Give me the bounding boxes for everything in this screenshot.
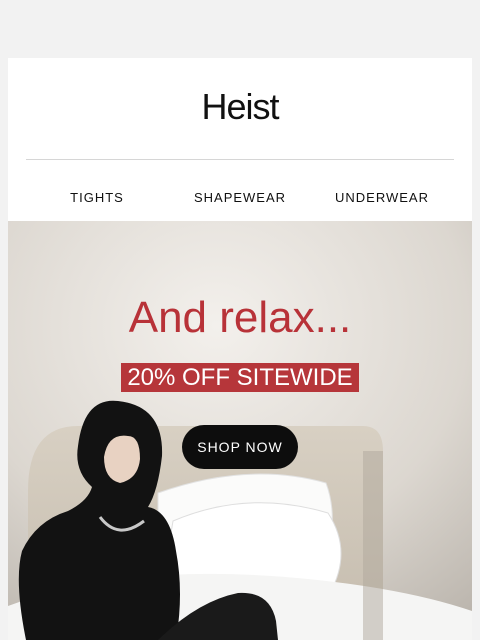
heist-logo: Heist	[201, 86, 280, 126]
hero-banner[interactable]: And relax... 20% OFF SITEWIDE SHOP NOW	[8, 221, 472, 640]
offer-wrapper: 20% OFF SITEWIDE	[8, 363, 472, 392]
logo-text: Heist	[201, 86, 279, 126]
brand-logo[interactable]: Heist	[8, 86, 472, 126]
hero-headline: And relax...	[128, 293, 352, 342]
shop-now-button[interactable]: SHOP NOW	[182, 425, 298, 469]
nav-item-tights[interactable]: TIGHTS	[70, 190, 124, 205]
nav-item-underwear[interactable]: UNDERWEAR	[335, 190, 429, 205]
headboard-shadow	[363, 451, 383, 640]
nav-item-shapewear[interactable]: SHAPEWEAR	[194, 190, 286, 205]
offer-banner: 20% OFF SITEWIDE	[121, 363, 359, 392]
header-divider	[26, 159, 454, 160]
category-nav: TIGHTS SHAPEWEAR UNDERWEAR	[8, 190, 472, 206]
email-container: Heist TIGHTS SHAPEWEAR UNDERWEAR And rel…	[8, 58, 472, 640]
